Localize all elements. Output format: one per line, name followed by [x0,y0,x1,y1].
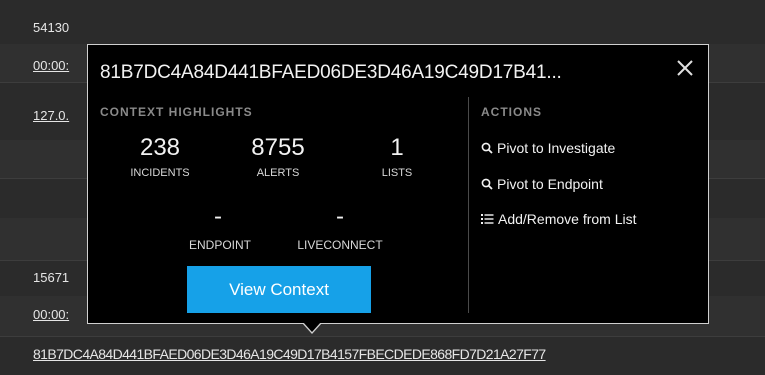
list-icon [481,214,494,224]
close-icon [677,60,693,76]
table-cell: 15671 [33,270,70,285]
lists-label: LISTS [381,167,413,179]
close-button[interactable] [674,57,696,79]
popup-title: 81B7DC4A84D441BFAED06DE3D46A19C49D17B41.… [100,62,562,83]
pivot-endpoint-label: Pivot to Endpoint [497,176,603,192]
alerts-label: ALERTS [256,167,300,179]
view-context-button[interactable]: View Context [187,266,371,313]
pivot-endpoint-action[interactable]: Pivot to Endpoint [481,176,603,192]
liveconnect-label: LIVECONNECT [297,238,383,252]
add-remove-list-label: Add/Remove from List [498,211,637,227]
incidents-label: INCIDENTS [130,167,190,179]
search-icon [481,142,493,154]
divider [468,97,469,313]
hash-link[interactable]: 81B7DC4A84D441BFAED06DE3D46A19C49D17B415… [33,346,546,362]
table-row: 54130 [0,0,765,45]
table-cell: 54130 [33,20,70,35]
alerts-count[interactable]: 8755 [228,134,328,162]
context-popup: 81B7DC4A84D441BFAED06DE3D46A19C49D17B41.… [87,44,709,324]
pivot-investigate-label: Pivot to Investigate [497,140,616,156]
search-icon [481,178,493,190]
lists-count[interactable]: 1 [347,134,447,162]
actions-label: ACTIONS [481,105,542,119]
popup-pointer-inner [303,322,321,332]
add-remove-list-action[interactable]: Add/Remove from List [481,211,637,227]
context-highlights-label: CONTEXT HIGHLIGHTS [100,105,253,119]
incidents-count[interactable]: 238 [110,134,210,162]
endpoint-count: - [214,203,222,230]
endpoint-label: ENDPOINT [188,238,251,252]
table-cell-link[interactable]: 127.0. [33,108,69,123]
pivot-investigate-action[interactable]: Pivot to Investigate [481,140,615,156]
liveconnect-count: - [336,203,344,230]
table-cell-link[interactable]: 00:00: [33,307,69,322]
table-cell-link[interactable]: 00:00: [33,58,69,73]
